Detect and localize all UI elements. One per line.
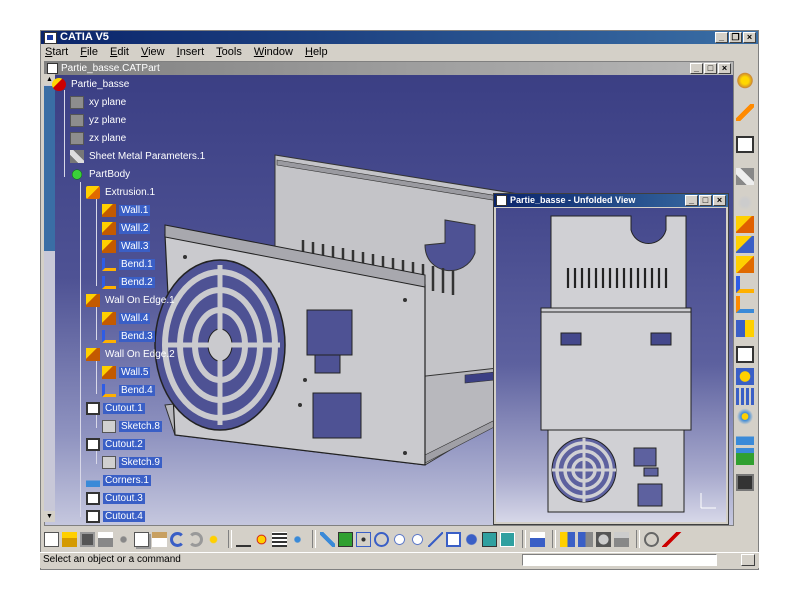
menu-help[interactable]: Help [305,46,328,58]
sketch-tool-icon[interactable] [736,136,754,153]
save-floppy-icon[interactable] [736,474,754,491]
unfolded-minimize-button[interactable]: _ [685,195,698,206]
app-title: CATIA V5 [60,31,109,43]
save-icon[interactable] [80,531,95,547]
menu-edit[interactable]: Edit [110,46,129,58]
menu-bar: Start File Edit View Insert Tools Window… [41,44,758,60]
rotate-icon[interactable] [374,531,389,547]
doc-minimize-button[interactable]: _ [690,63,703,74]
wall-on-edge-tool-icon[interactable] [736,236,754,253]
part-document-icon [496,195,507,206]
select-arrow-icon[interactable] [736,104,754,121]
bottom-toolbar [44,528,734,550]
cutout-tool-icon[interactable] [736,346,754,363]
unfold-tool-icon[interactable] [736,296,754,313]
status-message: Select an object or a command [43,554,181,565]
pan-icon[interactable] [356,531,371,547]
toolbar-separator [636,530,640,548]
document-title: Partie_basse.CATPart [61,63,160,74]
whats-this-help-icon[interactable] [206,531,221,547]
toolbar-separator [312,530,316,548]
unfolded-window-controls: _ □ × [685,195,726,206]
app-restore-button[interactable]: ❐ [729,32,742,43]
measure-item-icon[interactable] [614,531,629,547]
menu-start[interactable]: Start [45,46,68,58]
menu-view[interactable]: View [141,46,165,58]
document-titlebar: Partie_basse.CATPart _ □ × [45,62,733,75]
doc-close-button[interactable]: × [718,63,731,74]
fly-mode-icon[interactable] [320,531,335,547]
sketcher-icon[interactable] [736,72,754,89]
pattern-tool-icon[interactable] [736,388,754,405]
toolbar-separator [228,530,232,548]
unfolded-view-title: Partie_basse - Unfolded View [510,195,636,205]
new-file-icon[interactable] [44,531,59,547]
sheet-metal-parameters-icon[interactable] [736,168,754,185]
update-icon[interactable] [530,531,545,547]
unfolded-view-titlebar: Partie_basse - Unfolded View _ □ × [494,194,728,207]
part-document-icon [47,63,58,74]
fold-tool-icon[interactable] [736,320,754,337]
zoom-in-icon[interactable] [392,531,407,547]
app-titlebar: CATIA V5 _ ❐ × [41,31,758,44]
menu-window[interactable]: Window [254,46,293,58]
menu-tools[interactable]: Tools [216,46,242,58]
app-minimize-button[interactable]: _ [715,32,728,43]
toolbar-separator [522,530,526,548]
knowledge-icon[interactable] [254,531,269,547]
document-window-controls: _ □ × [690,63,731,74]
extrusion-tool-icon[interactable] [736,256,754,273]
menu-file[interactable]: File [80,46,98,58]
scroll-up-arrow[interactable]: ▲ [44,74,55,85]
menu-insert[interactable]: Insert [177,46,205,58]
tree-structure-icon[interactable] [290,531,305,547]
undo-icon[interactable] [170,531,185,547]
cut-icon[interactable] [116,531,131,547]
view-point-icon[interactable] [446,531,461,547]
hide-show-icon[interactable] [482,531,497,547]
unfolded-viewport[interactable] [496,208,726,522]
right-toolbar [736,64,758,494]
zoom-out-icon[interactable] [410,531,425,547]
catia-logo-icon [662,531,682,547]
stamp-tool-icon[interactable] [736,408,754,425]
unfolded-part-drawing [540,215,716,513]
corner-tool-icon[interactable] [736,428,754,445]
measure-inertia-icon[interactable] [596,531,611,547]
unfolded-view-window[interactable]: Partie_basse - Unfolded View _ □ × [493,193,729,525]
doc-maximize-button[interactable]: □ [704,63,717,74]
redo-icon[interactable] [188,531,203,547]
unfolded-maximize-button[interactable]: □ [699,195,712,206]
command-input[interactable] [522,554,717,566]
open-folder-icon[interactable] [62,531,77,547]
formula-fx-icon[interactable] [236,532,251,547]
scroll-down-arrow[interactable]: ▼ [44,511,55,522]
app-close-button[interactable]: × [743,32,756,43]
apply-material-icon[interactable] [578,531,593,547]
tree-scrollbar[interactable]: ▲ ▼ [44,74,55,522]
fit-all-icon[interactable] [338,531,353,547]
analysis-icon[interactable] [560,531,575,547]
shading-icon[interactable] [464,531,479,547]
scroll-thumb[interactable] [44,86,55,251]
bend-tool-icon[interactable] [736,276,754,293]
hole-tool-icon[interactable] [736,368,754,385]
status-bar: Select an object or a command [40,552,759,568]
unfolded-close-button[interactable]: × [713,195,726,206]
catia-sync-icon[interactable] [644,531,659,547]
copy-icon[interactable] [134,531,149,547]
wall-tool-icon[interactable] [736,216,754,233]
print-icon[interactable] [98,531,113,547]
toolbar-separator [552,530,556,548]
table-icon[interactable] [272,531,287,547]
normal-view-icon[interactable] [428,531,443,547]
command-options-button[interactable] [741,554,755,566]
catia-app-icon [44,32,57,44]
app-window-controls: _ ❐ × [715,32,756,43]
swap-visible-space-icon[interactable] [500,531,515,547]
bend-parameters-icon[interactable] [736,194,754,211]
paste-icon[interactable] [152,531,167,547]
measure-tool-icon[interactable] [736,448,754,465]
